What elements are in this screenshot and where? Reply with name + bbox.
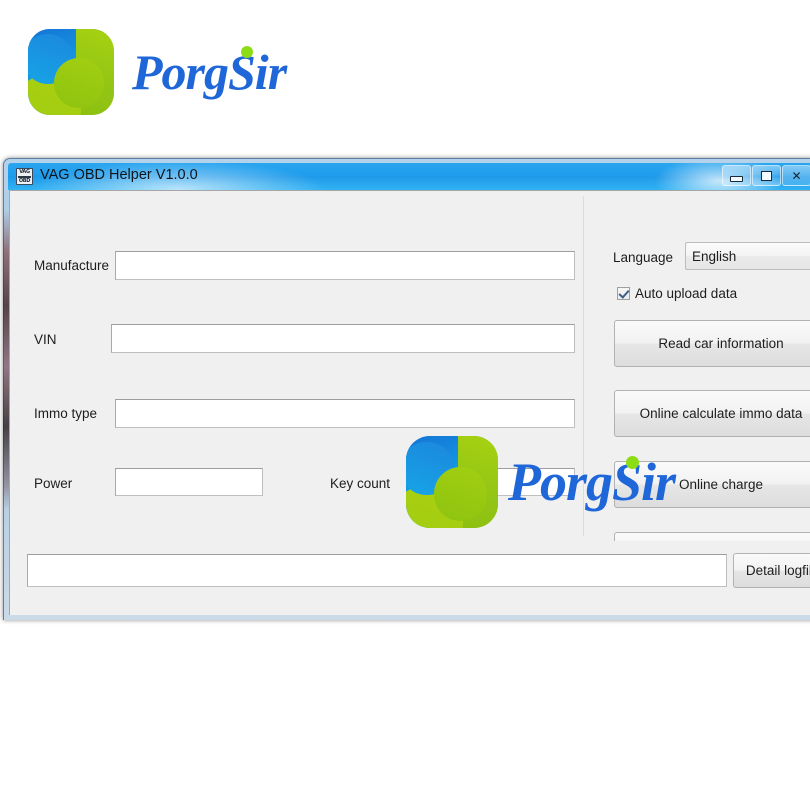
online-calculate-immo-data-button[interactable]: Online calculate immo data xyxy=(614,390,810,437)
brand-logo: PorgSir xyxy=(28,26,288,118)
actions-panel: Language English Auto upload data Read c… xyxy=(590,196,810,579)
close-button[interactable]: ✕ xyxy=(782,165,810,186)
porgsir-logo-icon xyxy=(28,29,114,115)
detail-logfiles-button[interactable]: Detail logfiles xyxy=(733,553,810,588)
immo-type-input[interactable] xyxy=(115,399,575,428)
language-dropdown[interactable]: English xyxy=(685,242,810,270)
window-controls: ✕ xyxy=(722,165,810,186)
power-input[interactable] xyxy=(115,468,263,496)
manufacture-input[interactable] xyxy=(115,251,575,280)
minimize-button[interactable] xyxy=(722,165,751,186)
brand-wordmark: PorgSir xyxy=(132,44,287,100)
auto-upload-data-checkbox[interactable]: Auto upload data xyxy=(617,286,737,301)
application-window: VAG OBD VAG OBD Helper V1.0.0 ✕ Manufact… xyxy=(3,158,810,620)
window-title: VAG OBD Helper V1.0.0 xyxy=(40,167,198,183)
detail-logfiles-label: Detail logfiles xyxy=(745,563,810,578)
auto-upload-data-label: Auto upload data xyxy=(635,286,738,301)
read-car-information-label: Read car information xyxy=(658,336,784,351)
vehicle-info-panel: Manufacture VIN Immo type Power Key coun… xyxy=(17,196,584,580)
online-charge-button[interactable]: Online charge xyxy=(614,461,810,508)
immo-type-label: Immo type xyxy=(34,406,98,421)
brand-wordmark-text: PorgSir xyxy=(132,44,287,100)
title-bar[interactable]: VAG OBD VAG OBD Helper V1.0.0 ✕ xyxy=(8,163,810,190)
power-label: Power xyxy=(34,476,73,491)
vin-input[interactable] xyxy=(111,324,575,353)
manufacture-label: Manufacture xyxy=(34,258,110,273)
maximize-icon xyxy=(761,170,772,181)
language-selected-value: English xyxy=(692,248,737,264)
key-count-label: Key count xyxy=(330,476,391,491)
online-charge-label: Online charge xyxy=(678,477,764,492)
vin-label: VIN xyxy=(34,332,57,347)
log-status-input[interactable] xyxy=(27,554,727,587)
minimize-icon xyxy=(730,176,743,182)
maximize-button[interactable] xyxy=(752,165,781,186)
language-label: Language xyxy=(613,250,674,265)
status-panel: Detail logfiles xyxy=(17,541,810,615)
read-car-information-button[interactable]: Read car information xyxy=(614,320,810,367)
key-count-input[interactable] xyxy=(426,468,575,496)
vag-obd-icon-top: VAG xyxy=(19,168,30,175)
online-calculate-immo-data-label: Online calculate immo data xyxy=(639,406,803,421)
client-area: Manufacture VIN Immo type Power Key coun… xyxy=(9,190,810,615)
checkbox-box-icon xyxy=(617,287,630,300)
close-icon: ✕ xyxy=(791,168,802,183)
vag-obd-icon: VAG OBD xyxy=(16,168,33,185)
vag-obd-icon-bottom: OBD xyxy=(18,177,31,184)
